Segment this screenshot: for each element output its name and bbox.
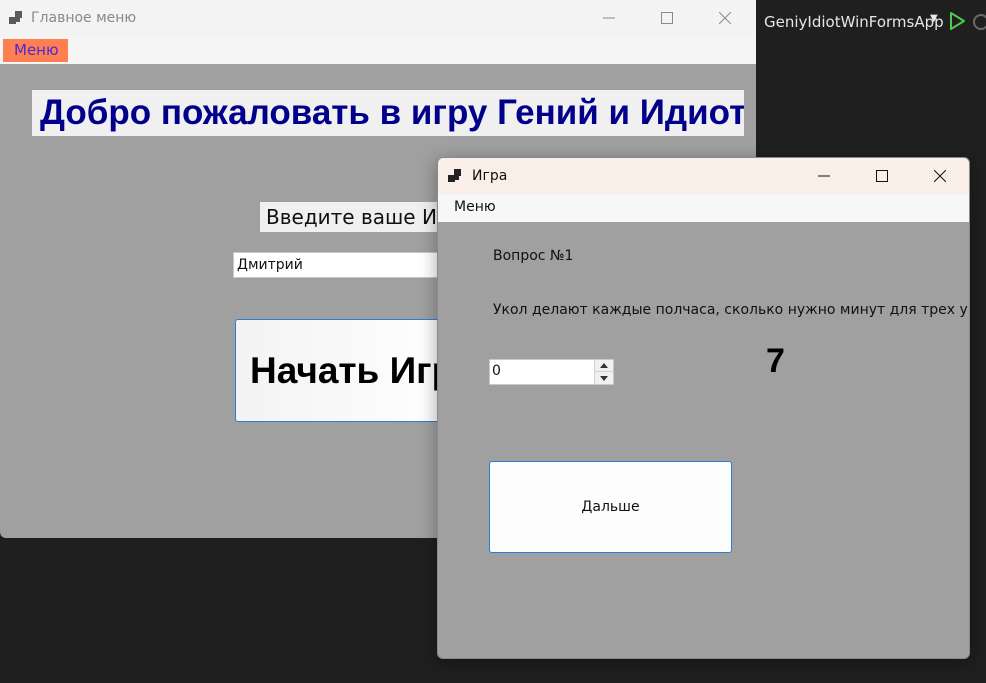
- big-number-label: 7: [766, 342, 785, 380]
- question-number-label: Вопрос №1: [493, 248, 574, 264]
- spin-buttons: [594, 360, 613, 384]
- maximize-button[interactable]: [853, 158, 911, 194]
- start-game-button[interactable]: Начать Игру: [235, 319, 455, 422]
- game-menubar: Меню: [438, 194, 969, 222]
- close-icon: [719, 12, 731, 24]
- question-text-label: Укол делают каждые полчаса, сколько нужн…: [493, 302, 970, 318]
- spin-up-button[interactable]: [595, 360, 613, 372]
- game-window: Игра Меню Вопрос №1 Укол делают каждые п…: [437, 157, 970, 659]
- chevron-down-icon[interactable]: ▼: [930, 13, 938, 24]
- main-menu-item[interactable]: Меню: [3, 39, 68, 62]
- ide-project-selector[interactable]: GeniyIdiotWinFormsApp: [764, 13, 944, 31]
- close-button[interactable]: [696, 0, 754, 36]
- arrow-down-icon: [600, 375, 608, 381]
- game-window-title: Игра: [472, 168, 508, 184]
- minimize-button[interactable]: [580, 0, 638, 36]
- main-window-title: Главное меню: [31, 10, 137, 26]
- close-icon: [934, 170, 946, 182]
- arrow-up-icon: [600, 363, 608, 368]
- answer-numeric-updown[interactable]: 0: [489, 359, 614, 385]
- maximize-button[interactable]: [638, 0, 696, 36]
- name-input[interactable]: Дмитрий: [233, 252, 453, 278]
- welcome-heading: Добро пожаловать в игру Гений и Идиот!: [32, 90, 744, 136]
- app-icon: [448, 169, 461, 182]
- answer-value[interactable]: 0: [492, 363, 501, 379]
- name-prompt-label: Введите ваше Имя: [260, 202, 460, 232]
- close-button[interactable]: [911, 158, 969, 194]
- minimize-icon: [818, 175, 830, 177]
- app-icon: [9, 11, 22, 24]
- run-icon[interactable]: [948, 11, 966, 31]
- minimize-icon: [603, 17, 615, 19]
- game-titlebar[interactable]: Игра: [438, 158, 969, 194]
- hot-reload-icon[interactable]: [972, 12, 986, 32]
- game-menu-item[interactable]: Меню: [454, 199, 496, 215]
- next-button[interactable]: Дальше: [489, 461, 732, 553]
- maximize-icon: [661, 12, 673, 24]
- spin-down-button[interactable]: [595, 372, 613, 384]
- maximize-icon: [876, 170, 888, 182]
- main-menubar: Меню: [0, 36, 756, 64]
- minimize-button[interactable]: [795, 158, 853, 194]
- main-titlebar[interactable]: Главное меню: [0, 0, 756, 36]
